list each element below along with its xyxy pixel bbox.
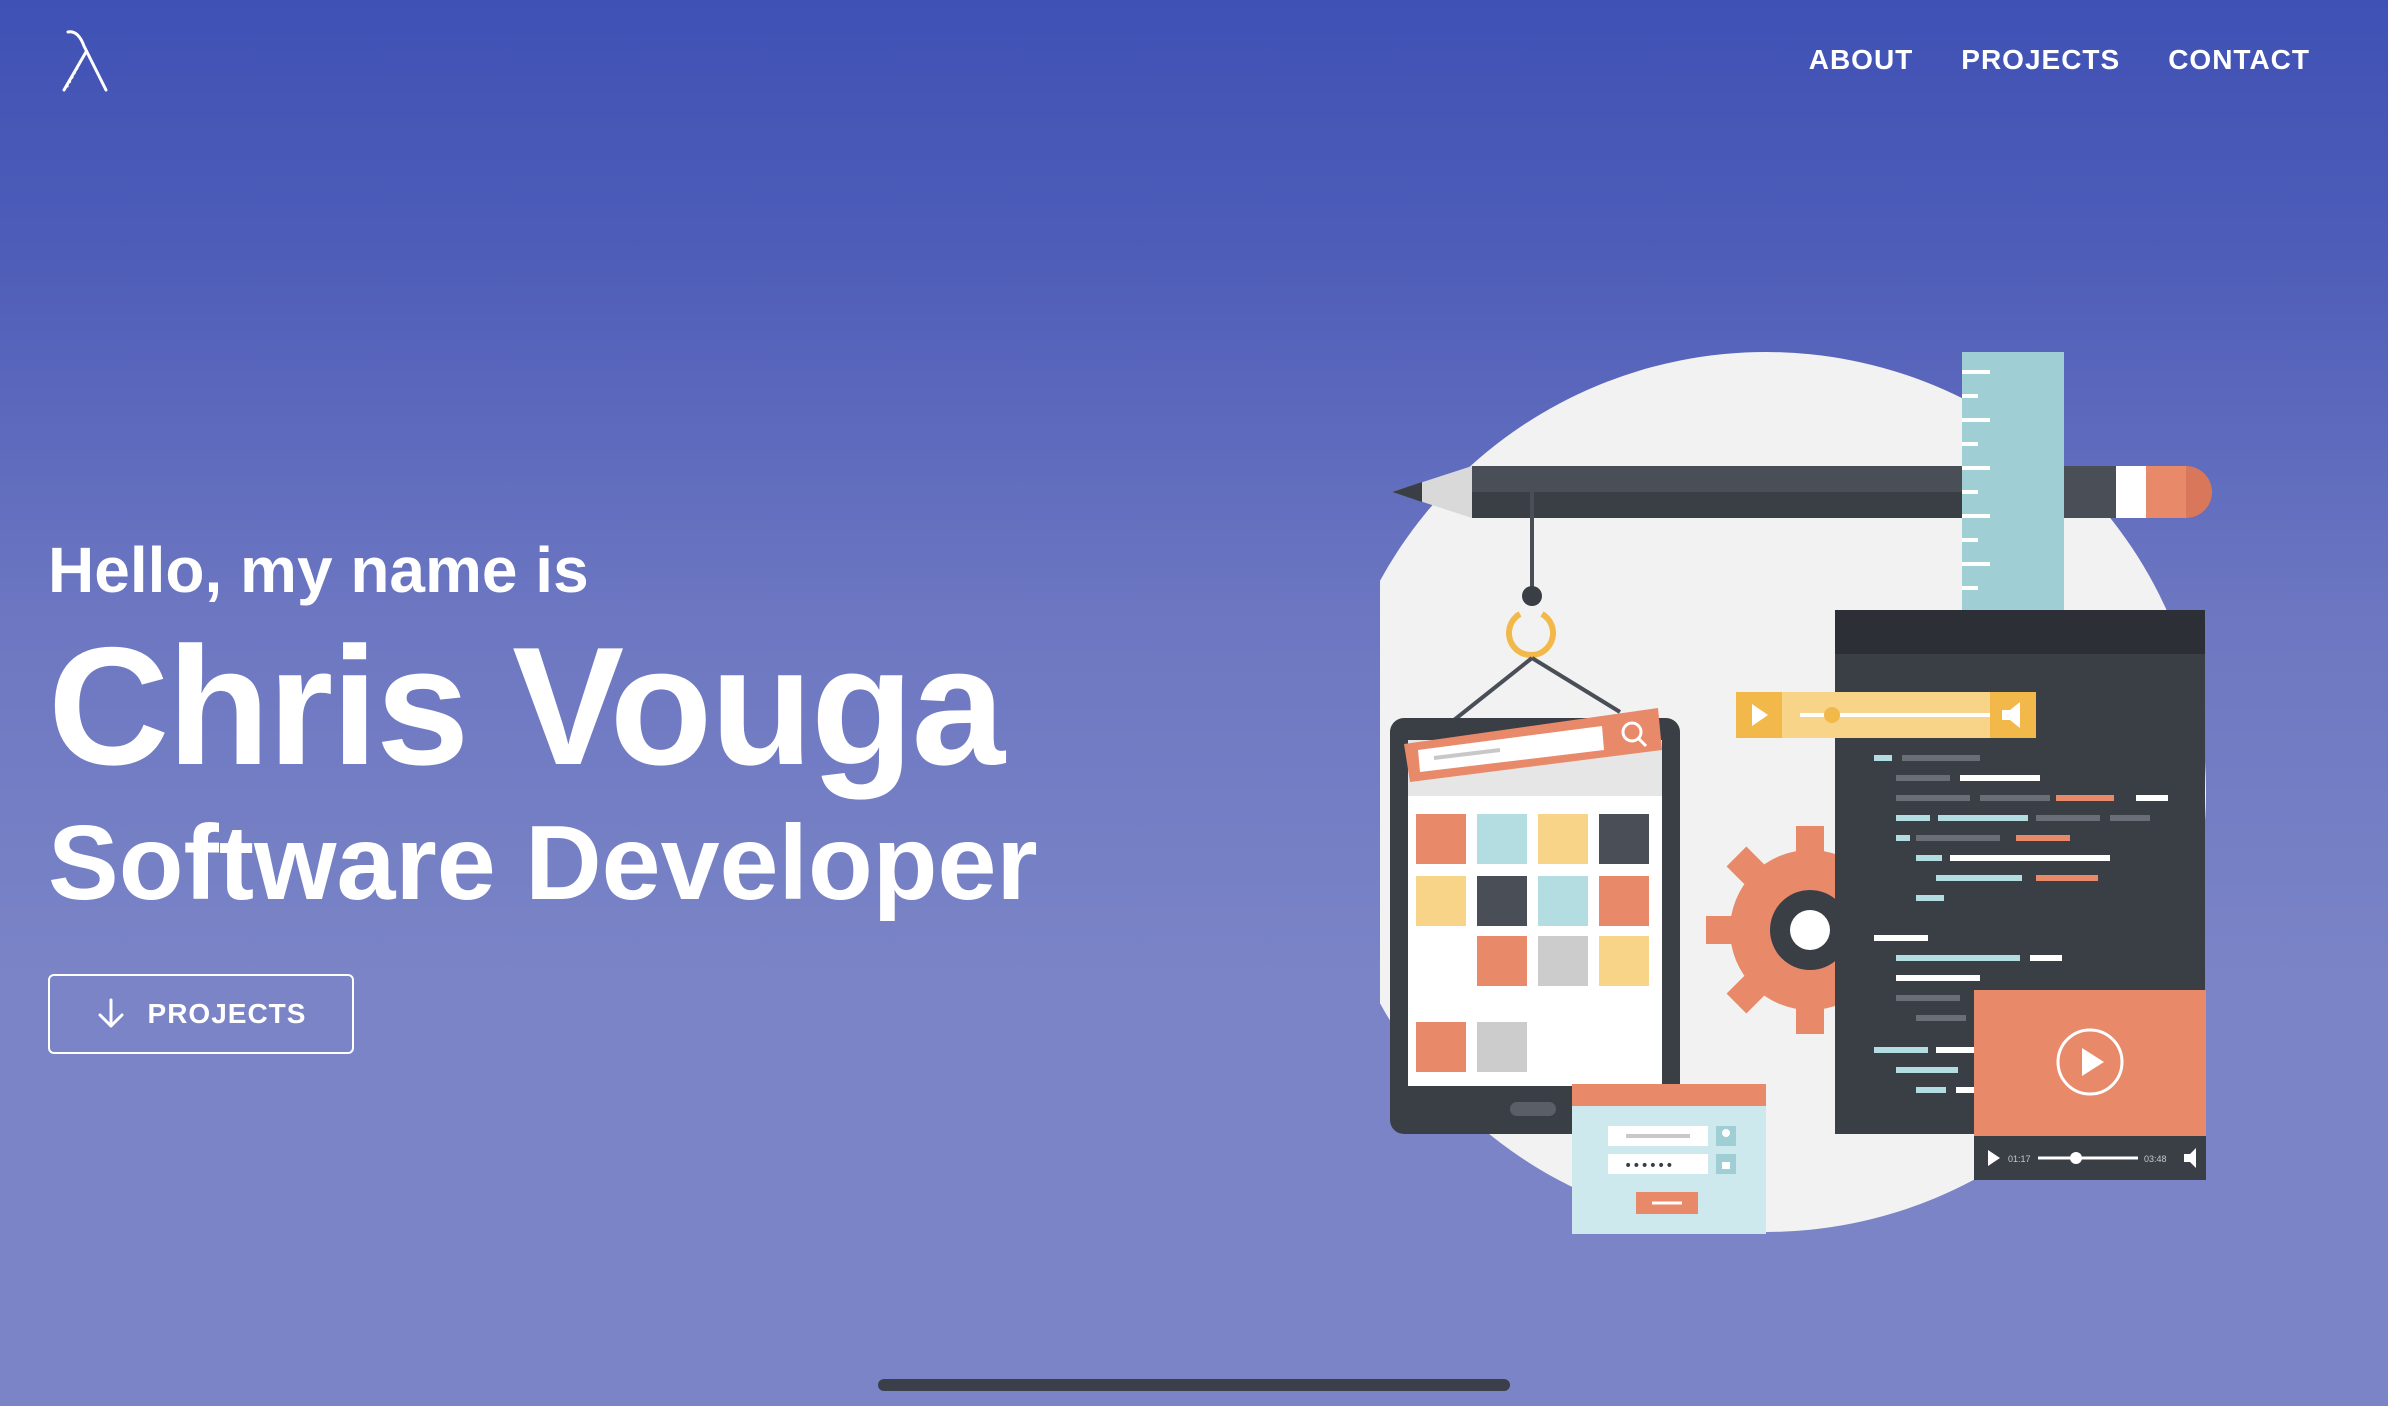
- projects-button-label: PROJECTS: [147, 998, 307, 1029]
- nav-projects-link[interactable]: PROJECTS: [1961, 44, 2120, 76]
- tablet-icon: [1390, 708, 1680, 1134]
- developer-tools-illustration: 01:17 03:48 ••••••: [1380, 352, 2212, 1234]
- ruler-icon: [1962, 352, 2064, 614]
- video-total-time: 03:48: [2144, 1154, 2167, 1164]
- nav-contact-link[interactable]: CONTACT: [2168, 44, 2310, 76]
- lambda-logo-icon[interactable]: [58, 28, 116, 96]
- video-current-time: 01:17: [2008, 1154, 2031, 1164]
- login-password-mask: ••••••: [1624, 1158, 1674, 1174]
- home-indicator: [878, 1379, 1510, 1391]
- hero-name: Chris Vouga: [48, 612, 1005, 800]
- arrow-down-icon: [98, 998, 124, 1028]
- login-form-icon: ••••••: [1572, 1084, 1766, 1234]
- pencil-icon: [1392, 466, 2212, 518]
- audio-player-icon: [1736, 692, 2036, 738]
- main-nav: ABOUT PROJECTS CONTACT: [1809, 44, 2310, 76]
- hero-greeting: Hello, my name is: [48, 534, 589, 606]
- projects-button[interactable]: PROJECTS: [48, 974, 354, 1054]
- hero-section: Hello, my name is Chris Vouga Software D…: [48, 528, 1038, 926]
- video-player-icon: 01:17 03:48: [1974, 990, 2206, 1180]
- hero-role: Software Developer: [48, 804, 1038, 922]
- nav-about-link[interactable]: ABOUT: [1809, 44, 1914, 76]
